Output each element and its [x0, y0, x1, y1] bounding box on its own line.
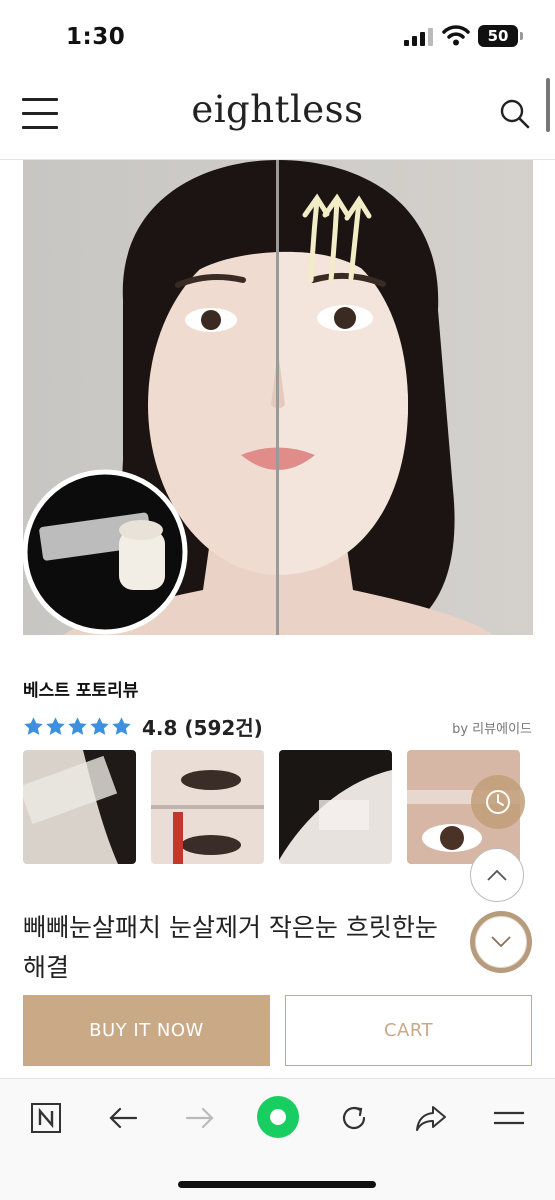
green-home-icon[interactable]	[255, 1094, 301, 1140]
forward-arrow-icon[interactable]	[180, 1101, 220, 1135]
rating-row[interactable]: 4.8 (592건)	[23, 712, 263, 740]
cellular-signal-icon	[404, 28, 433, 46]
star-icon	[90, 716, 109, 735]
review-thumbnail[interactable]	[23, 750, 136, 864]
page-scrollbar[interactable]	[546, 78, 550, 132]
clock-icon	[486, 790, 510, 814]
review-photo-thumbnails	[23, 750, 543, 865]
star-icon	[24, 716, 43, 735]
star-icon	[68, 716, 87, 735]
scroll-bottom-button[interactable]	[470, 911, 532, 973]
best-photo-review-heading: 베스트 포토리뷰	[23, 681, 139, 701]
recent-view-button[interactable]	[471, 775, 525, 829]
product-name: 빼빼눈살패치 눈살제거 작은눈 흐릿한눈 해결	[23, 913, 438, 982]
reload-icon[interactable]	[334, 1101, 374, 1135]
search-icon[interactable]	[499, 98, 531, 130]
chevron-down-icon	[491, 936, 511, 948]
scroll-top-button[interactable]	[470, 848, 524, 902]
status-time: 1:30	[66, 24, 126, 50]
review-thumbnail[interactable]	[279, 750, 392, 864]
chevron-up-icon	[487, 869, 507, 881]
naver-n-icon[interactable]	[26, 1101, 66, 1135]
rating-stars	[23, 716, 132, 737]
site-header: eightless	[0, 72, 555, 160]
review-thumbnail[interactable]	[151, 750, 264, 864]
review-provider[interactable]: by 리뷰에이드	[452, 718, 532, 737]
buy-it-now-button[interactable]: BUY IT NOW	[23, 995, 270, 1066]
back-arrow-icon[interactable]	[103, 1101, 143, 1135]
star-icon	[46, 716, 65, 735]
star-icon	[112, 716, 131, 735]
product-photo-illustration	[23, 160, 533, 635]
status-bar: 1:30 50	[0, 0, 555, 72]
cart-button[interactable]: CART	[285, 995, 532, 1066]
battery-indicator: 50	[478, 25, 523, 47]
share-icon[interactable]	[411, 1101, 451, 1135]
home-indicator[interactable]	[178, 1181, 376, 1188]
rating-summary: 4.8 (592건)	[142, 715, 263, 740]
product-main-image[interactable]	[23, 160, 533, 635]
menu-lines-icon[interactable]	[489, 1101, 529, 1135]
wifi-icon	[442, 25, 470, 46]
brand-logo[interactable]: eightless	[0, 88, 555, 131]
